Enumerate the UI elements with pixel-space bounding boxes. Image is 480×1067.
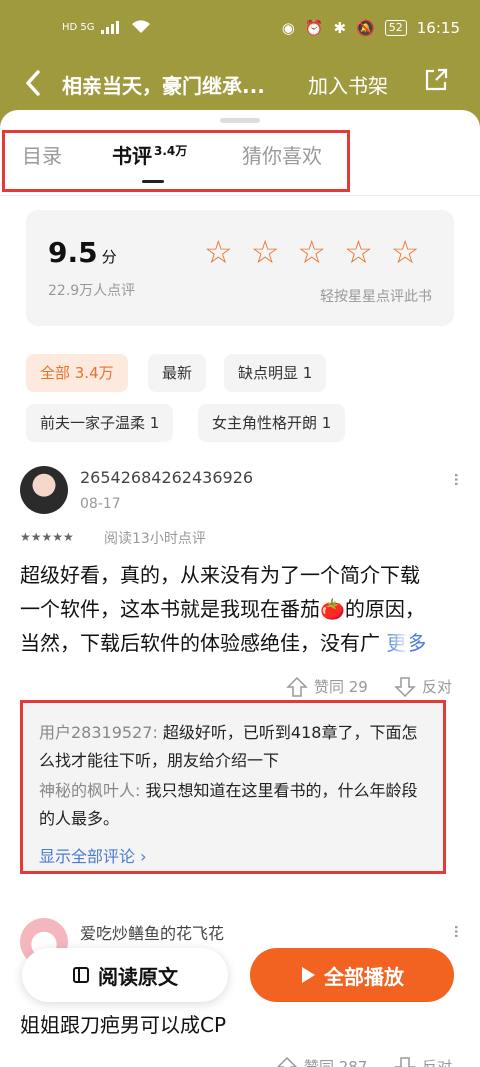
dislike-label: 反对 xyxy=(422,1058,453,1067)
reply-username[interactable]: 用户28319527: xyxy=(39,723,158,742)
replies-box: 用户28319527: 超级好听，已听到418章了，下面怎么找才能往下听，朋友给… xyxy=(20,700,446,874)
thumb-up-icon xyxy=(276,1056,298,1067)
thumb-down-icon xyxy=(394,1056,416,1067)
book-title: 相亲当天，豪门继承... xyxy=(62,74,265,98)
share-icon xyxy=(425,68,448,91)
like-count: 赞同 29 xyxy=(314,678,368,696)
comment-line-text: 当然，下载后软件的体验感绝佳，没有广 xyxy=(20,631,380,655)
review-sheet: 目录 书评 3.4万 猜你喜欢 9.5 分 22.9万人点评 ☆ ☆ ☆ ☆ ☆ 轻… xyxy=(0,110,480,1067)
comment-username[interactable]: 26542684262436926 xyxy=(80,468,253,487)
network-label: HD 5G xyxy=(62,21,95,33)
star-icon[interactable]: ☆ xyxy=(251,236,280,268)
comment-line: 一个软件，这本书就是我现在番茄🍅的原因， xyxy=(20,597,425,621)
back-button[interactable] xyxy=(20,66,50,100)
book-icon xyxy=(73,967,89,983)
chevron-left-icon xyxy=(26,70,40,96)
more-options-icon[interactable]: ··· xyxy=(444,472,468,485)
play-icon xyxy=(302,967,315,983)
comment-line: 超级好看，真的，从来没有为了一个简介下载 xyxy=(20,563,420,587)
comment-body[interactable]: 姐姐跟刀疤男可以成CP xyxy=(20,1008,226,1042)
signal-icon xyxy=(100,21,119,34)
top-nav: 相亲当天，豪门继承... 加入书架 xyxy=(0,58,480,110)
like-button[interactable]: 赞同 29 xyxy=(286,676,368,697)
share-button[interactable] xyxy=(424,68,448,92)
thumb-up-icon xyxy=(286,676,308,697)
read-note: 阅读13小时点评 xyxy=(104,531,206,547)
star-icon[interactable]: ☆ xyxy=(204,236,233,268)
filter-chip-tag[interactable]: 前夫一家子温柔 1 xyxy=(26,404,174,442)
star-icon[interactable]: ☆ xyxy=(391,236,420,268)
star-icon[interactable]: ☆ xyxy=(297,236,326,268)
alarm-icon: ⏰ xyxy=(304,19,324,37)
comment-username[interactable]: 爱吃炒鳝鱼的花飞花 xyxy=(80,920,224,944)
status-right: ◉ ⏰ ✱ 🔕 52 16:15 xyxy=(282,19,460,37)
reply-item[interactable]: 用户28319527: 超级好听，已听到418章了，下面怎么找才能往下听，朋友给… xyxy=(39,719,431,775)
play-all-button[interactable]: 全部播放 xyxy=(250,948,454,1002)
comment-date: 08-17 xyxy=(80,496,121,512)
reply-username[interactable]: 神秘的枫叶人: xyxy=(39,781,140,800)
add-to-shelf-button[interactable]: 加入书架 xyxy=(308,70,388,99)
rating-card: 9.5 分 22.9万人点评 ☆ ☆ ☆ ☆ ☆ 轻按星星点评此书 xyxy=(26,210,454,326)
text-fade xyxy=(386,626,410,660)
wifi-icon xyxy=(131,20,150,33)
rating-count: 22.9万人点评 xyxy=(48,283,136,299)
clock: 16:15 xyxy=(416,19,460,37)
thumb-down-icon xyxy=(394,676,416,697)
filter-chip-tag[interactable]: 女主角性格开朗 1 xyxy=(198,404,346,442)
reply-item[interactable]: 神秘的枫叶人: 我只想知道在这里看书的，什么年龄段的人最多。 xyxy=(39,777,431,833)
star-icon[interactable]: ☆ xyxy=(344,236,373,268)
score: 9.5 分 xyxy=(48,236,117,269)
rate-stars: ☆ ☆ ☆ ☆ ☆ xyxy=(204,236,419,268)
dislike-button[interactable]: 反对 xyxy=(394,1056,452,1067)
show-all-replies-link[interactable]: 显示全部评论 › xyxy=(39,843,147,867)
network-indicators: HD 5G xyxy=(62,20,151,34)
drag-handle[interactable] xyxy=(220,118,260,123)
battery-icon: 52 xyxy=(384,20,407,36)
rate-hint: 轻按星星点评此书 xyxy=(320,289,432,305)
score-unit: 分 xyxy=(101,248,117,266)
like-count: 赞同 287 xyxy=(304,1058,368,1067)
filter-chip-latest[interactable]: 最新 xyxy=(148,354,207,392)
more-options-icon[interactable]: ··· xyxy=(444,924,468,937)
highlight-box-tabs xyxy=(2,130,350,192)
filter-chip-flaws[interactable]: 缺点明显 1 xyxy=(224,354,327,392)
dislike-button[interactable]: 反对 xyxy=(394,676,452,697)
read-original-label: 阅读原文 xyxy=(98,964,178,989)
mute-icon: 🔕 xyxy=(356,19,375,37)
bluetooth-icon: ✱ xyxy=(333,19,347,37)
comment-stars: ★★★★★ xyxy=(20,530,74,544)
divider xyxy=(0,195,480,196)
play-all-label: 全部播放 xyxy=(324,964,404,989)
avatar[interactable] xyxy=(20,466,68,514)
status-bar: HD 5G ◉ ⏰ ✱ 🔕 52 16:15 xyxy=(0,0,480,58)
filter-chip-all[interactable]: 全部 3.4万 xyxy=(26,354,128,392)
eye-icon: ◉ xyxy=(281,19,295,37)
dislike-label: 反对 xyxy=(422,678,453,696)
like-button[interactable]: 赞同 287 xyxy=(276,1056,367,1067)
score-value: 9.5 xyxy=(48,236,98,269)
read-original-button[interactable]: 阅读原文 xyxy=(22,948,228,1002)
